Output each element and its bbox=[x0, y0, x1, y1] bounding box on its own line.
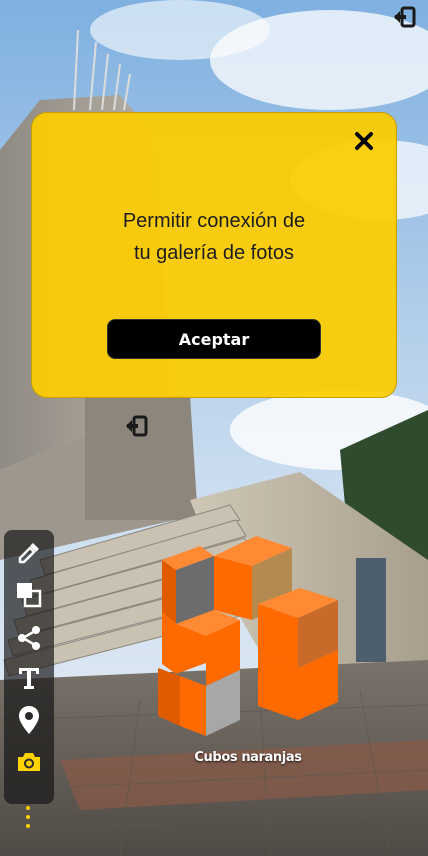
exit-button[interactable] bbox=[390, 4, 420, 34]
artwork-caption: Cubos naranjas bbox=[194, 750, 302, 765]
close-button[interactable] bbox=[352, 131, 376, 155]
text-icon bbox=[16, 665, 42, 695]
dialog-message-line: tu galería de fotos bbox=[133, 242, 295, 264]
tool-text[interactable] bbox=[11, 662, 47, 698]
camera-icon bbox=[15, 750, 43, 778]
layers-icon bbox=[15, 581, 43, 613]
exit-icon bbox=[125, 415, 149, 441]
exit-icon bbox=[393, 6, 417, 32]
share-icon bbox=[16, 625, 42, 655]
accept-button[interactable]: Aceptar bbox=[107, 319, 321, 359]
exit-button-secondary[interactable] bbox=[122, 413, 152, 443]
tool-share[interactable] bbox=[11, 622, 47, 658]
more-options-button[interactable] bbox=[23, 804, 33, 830]
tool-location[interactable] bbox=[11, 704, 47, 740]
location-pin-icon bbox=[17, 705, 41, 739]
tool-sidebar bbox=[4, 530, 54, 804]
dialog-message-line: Permitir conexión de bbox=[122, 210, 306, 232]
tool-camera[interactable] bbox=[11, 746, 47, 782]
tool-layers[interactable] bbox=[11, 579, 47, 615]
close-icon bbox=[354, 131, 374, 155]
eyedropper-icon bbox=[16, 540, 42, 570]
more-vertical-icon bbox=[23, 806, 33, 834]
dialog-message: Permitir conexión de tu galería de fotos bbox=[62, 205, 366, 269]
permission-dialog: Permitir conexión de tu galería de fotos… bbox=[31, 112, 397, 398]
tool-eyedropper[interactable] bbox=[11, 537, 47, 573]
